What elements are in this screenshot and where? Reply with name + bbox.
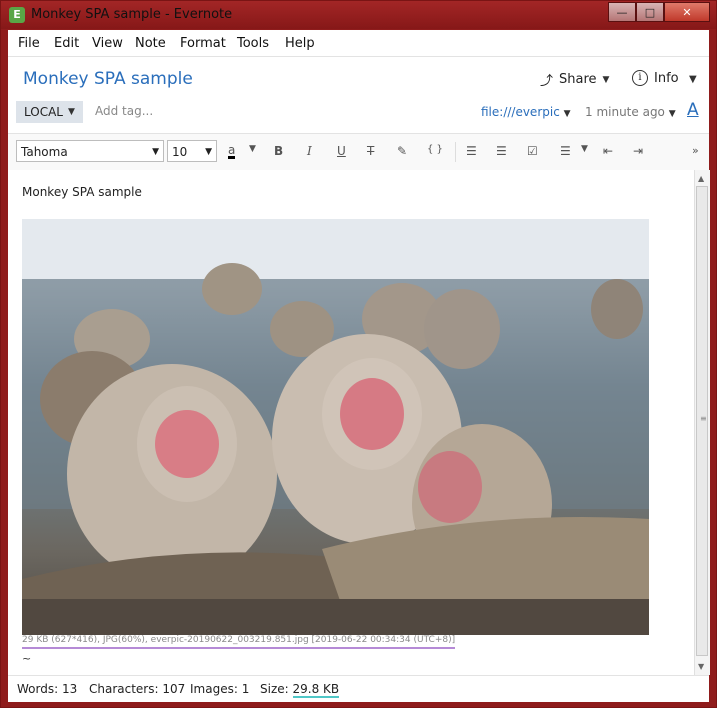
share-label: Share [559, 72, 597, 87]
info-button[interactable]: i Info [632, 70, 679, 86]
character-count: Characters: 107 [89, 682, 186, 696]
add-tag-input[interactable]: Add tag... [95, 104, 153, 118]
expand-toolbar-icon[interactable]: » [692, 144, 699, 157]
share-button[interactable]: ⤴ Share ▼ [540, 70, 609, 89]
menu-format[interactable]: Format [180, 36, 226, 51]
menu-help[interactable]: Help [285, 36, 315, 51]
note-location-link[interactable]: file:///everpic ▼ [481, 105, 571, 119]
grip-icon: ≡ [700, 414, 707, 423]
font-style-icon[interactable]: A [687, 100, 699, 120]
menu-edit[interactable]: Edit [54, 36, 79, 51]
updated-time[interactable]: 1 minute ago ▼ [585, 105, 676, 119]
toolbar-divider [455, 142, 456, 162]
snow-monkeys-hot-spring-image[interactable] [22, 219, 649, 635]
checkbox-icon[interactable]: ☑ [527, 144, 538, 158]
align-icon[interactable]: ☰ [560, 144, 571, 158]
status-bar: Words: 13 Characters: 107 Images: 1 Size… [8, 675, 709, 702]
scroll-down-icon[interactable]: ▼ [698, 662, 704, 671]
updated-text: 1 minute ago [585, 105, 665, 119]
menu-view[interactable]: View [92, 36, 123, 51]
font-color-button[interactable]: a [228, 144, 236, 159]
chevron-down-icon: ▼ [152, 147, 159, 157]
title-bar[interactable]: E Monkey SPA sample - Evernote — □ ✕ [1, 1, 716, 29]
window-title: Monkey SPA sample - Evernote [31, 7, 233, 22]
bullet-list-icon[interactable]: ☰ [466, 144, 477, 158]
size-value: 29.8 KB [292, 682, 340, 698]
image-caption: 29 KB (627*416), JPG(60%), everpic-20190… [22, 635, 456, 649]
image-count: Images: 1 [190, 682, 250, 696]
close-button[interactable]: ✕ [664, 2, 710, 22]
note-body-text[interactable]: Monkey SPA sample [22, 185, 142, 199]
info-label: Info [654, 70, 679, 86]
size-label: Size: [260, 682, 293, 696]
highlight-icon[interactable]: ✎ [397, 144, 407, 158]
editor-scrollbar[interactable]: ▲ ≡ ▼ [694, 170, 710, 675]
code-block-button[interactable]: { } [427, 144, 443, 155]
info-icon: i [632, 70, 648, 86]
menu-bar: File Edit View Note Format Tools Help [8, 30, 709, 57]
font-family-select[interactable]: Tahoma ▼ [16, 140, 164, 162]
menu-note[interactable]: Note [135, 36, 166, 51]
outdent-icon[interactable]: ⇤ [603, 144, 613, 158]
chevron-down-icon: ▼ [602, 74, 610, 85]
bold-button[interactable]: B [274, 144, 283, 158]
share-icon: ⤴ [540, 74, 554, 89]
scrollbar-thumb[interactable]: ≡ [696, 186, 708, 656]
formatting-toolbar: Tahoma ▼ 10 ▼ a ▼ B I U T ✎ { } ☰ ☰ ☑ ☰ … [8, 133, 709, 171]
scroll-up-icon[interactable]: ▲ [698, 174, 704, 183]
location-text: file:///everpic [481, 105, 560, 119]
chevron-down-icon[interactable]: ▼ [581, 144, 588, 154]
menu-tools[interactable]: Tools [237, 36, 269, 51]
app-client-area: File Edit View Note Format Tools Help Mo… [8, 30, 710, 702]
note-title[interactable]: Monkey SPA sample [23, 69, 193, 89]
word-count: Words: 13 [17, 682, 78, 696]
evernote-app-icon: E [9, 7, 25, 23]
font-size-select[interactable]: 10 ▼ [167, 140, 217, 162]
font-size-value: 10 [172, 145, 188, 159]
more-options-icon[interactable]: ▼ [689, 74, 697, 85]
font-family-value: Tahoma [21, 145, 68, 159]
underline-button[interactable]: U [337, 144, 346, 158]
maximize-button[interactable]: □ [636, 2, 664, 22]
notebook-name: LOCAL [24, 105, 63, 119]
chevron-down-icon: ▼ [668, 109, 676, 119]
note-size: Size: 29.8 KB [260, 682, 340, 698]
minimize-button[interactable]: — [608, 2, 636, 22]
chevron-down-icon[interactable]: ▼ [249, 144, 256, 154]
chevron-down-icon: ▼ [563, 109, 571, 119]
menu-file[interactable]: File [18, 36, 40, 51]
numbered-list-icon[interactable]: ☰ [496, 144, 507, 158]
chevron-down-icon: ▼ [67, 107, 75, 117]
italic-button[interactable]: I [307, 144, 312, 158]
evernote-window: E Monkey SPA sample - Evernote — □ ✕ Fil… [0, 0, 717, 708]
note-editor[interactable]: Monkey SPA sample 29 KB (627*416), JPG(6… [8, 170, 694, 675]
chevron-down-icon: ▼ [205, 147, 212, 157]
indent-icon[interactable]: ⇥ [633, 144, 643, 158]
strikethrough-button[interactable]: T [367, 144, 374, 158]
notebook-selector[interactable]: LOCAL ▼ [16, 101, 83, 123]
trailing-text[interactable]: ~ [22, 652, 31, 665]
